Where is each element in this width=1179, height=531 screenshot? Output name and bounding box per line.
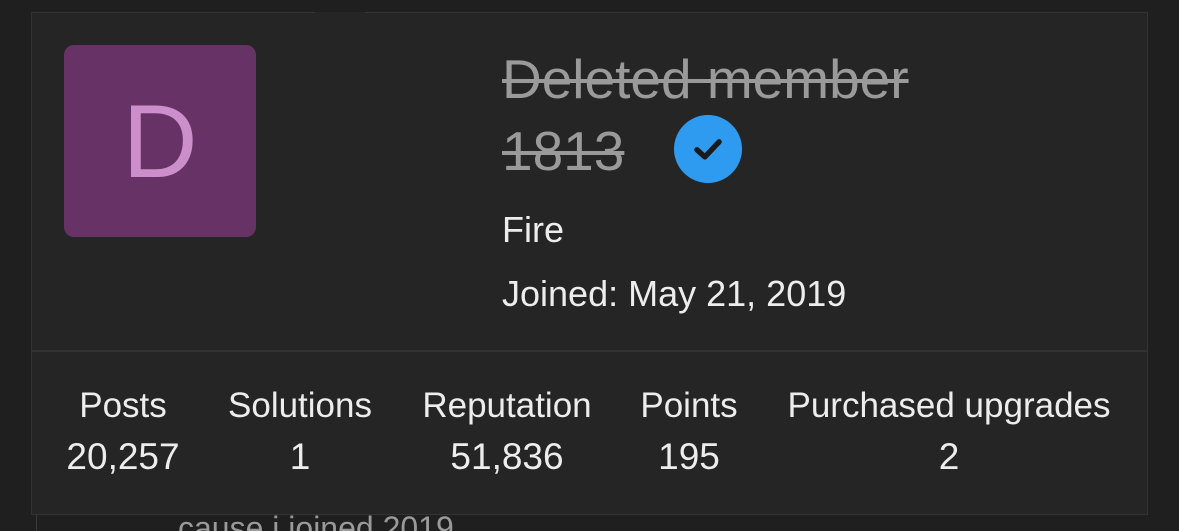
stat-label: Solutions	[228, 386, 372, 425]
avatar-letter: D	[122, 84, 198, 200]
username-line-2: 1813	[502, 120, 625, 182]
verified-badge-icon	[674, 115, 742, 183]
member-tooltip-card: D Deleted member 1813 Fire Joined: May 2…	[31, 12, 1148, 515]
stat-label: Posts	[79, 386, 167, 425]
stat-purchased-upgrades[interactable]: Purchased upgrades 2	[788, 383, 1111, 485]
user-title: Fire	[502, 209, 564, 250]
checkmark-icon	[694, 139, 722, 160]
user-info: Deleted member 1813	[502, 43, 1102, 187]
stat-solutions[interactable]: Solutions 1	[228, 383, 372, 485]
stat-posts[interactable]: Posts 20,257	[66, 383, 179, 485]
avatar[interactable]: D	[64, 45, 256, 237]
stat-reputation[interactable]: Reputation 51,836	[422, 383, 591, 485]
divider	[32, 350, 1147, 352]
stat-value: 2	[938, 436, 960, 477]
stat-label: Points	[640, 386, 738, 425]
stat-value: 1	[289, 436, 311, 477]
stat-value: 20,257	[66, 436, 180, 477]
tooltip-arrow	[314, 12, 366, 26]
username-line-1: Deleted member	[502, 48, 909, 110]
joined-row: Joined: May 21, 2019	[502, 273, 846, 315]
stat-value: 195	[658, 436, 720, 477]
username[interactable]: Deleted member 1813	[502, 43, 1022, 187]
joined-label: Joined:	[502, 273, 619, 314]
stat-label: Purchased upgrades	[787, 386, 1111, 425]
stat-value: 51,836	[450, 436, 564, 477]
username-line-2-row: 1813	[502, 115, 1022, 187]
stat-label: Reputation	[422, 386, 592, 425]
stat-points[interactable]: Points 195	[640, 383, 737, 485]
page: cause i joined 2019 D Deleted member 181…	[0, 0, 1179, 531]
joined-date: May 21, 2019	[628, 273, 847, 314]
